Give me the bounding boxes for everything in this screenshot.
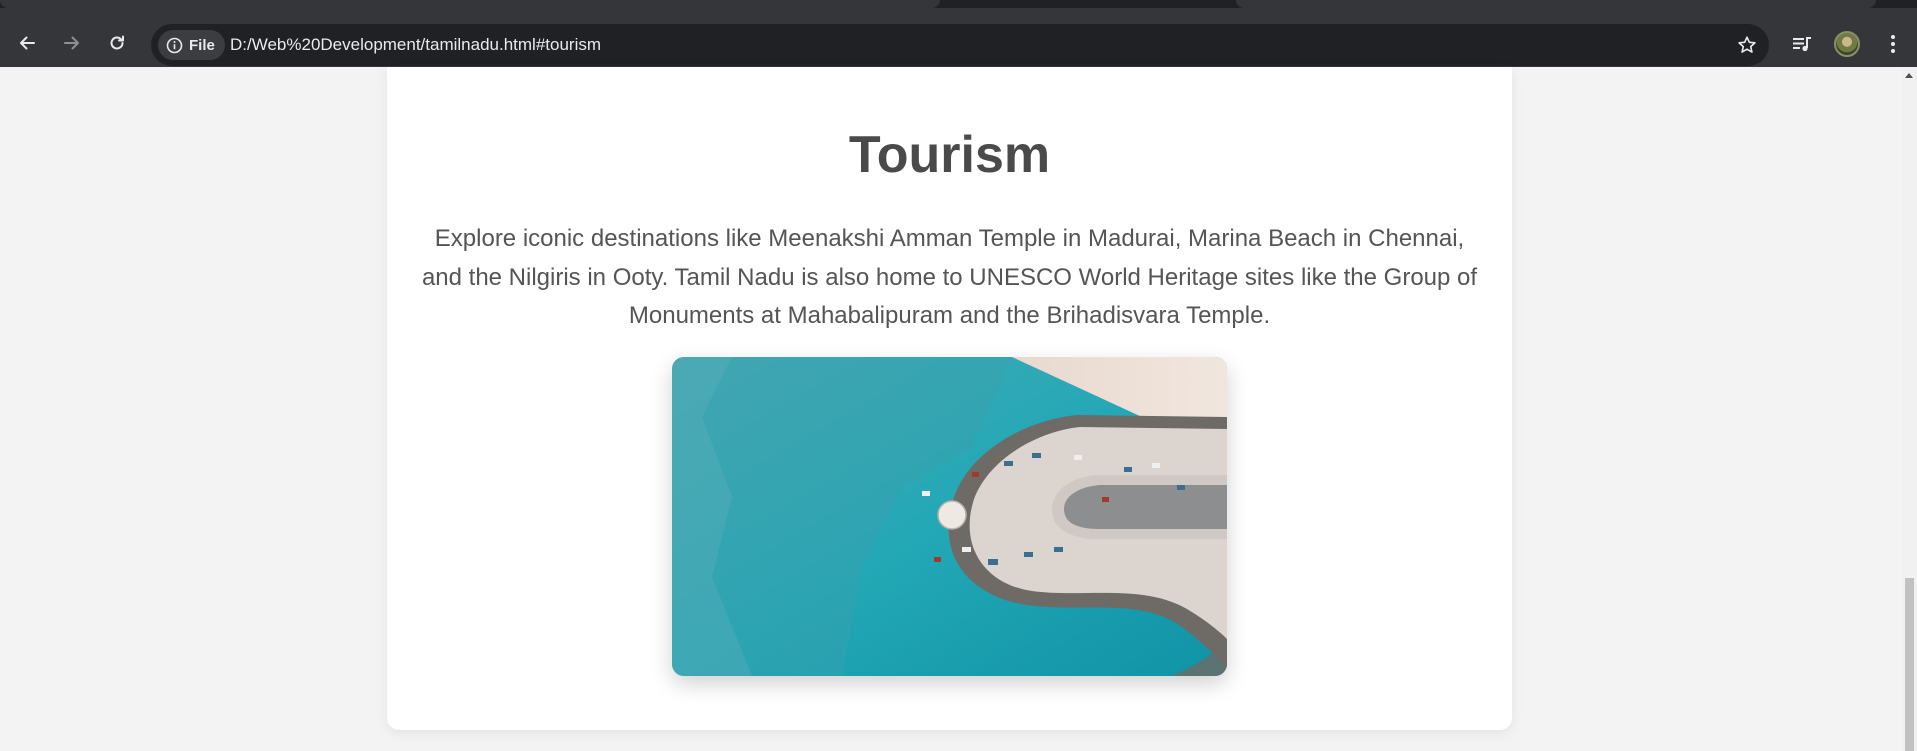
forward-button[interactable]	[54, 25, 90, 61]
kebab-menu-icon	[1891, 35, 1895, 53]
tourism-section: Tourism Explore iconic destinations like…	[387, 67, 1512, 730]
browser-toolbar: File D:/Web%20Development/tamilnadu.html…	[0, 8, 1917, 67]
scrollbar-thumb[interactable]	[1905, 578, 1914, 751]
back-button[interactable]	[9, 25, 45, 61]
tourism-image	[672, 357, 1227, 676]
tab-inactive-left[interactable]	[0, 0, 940, 8]
site-info-chip[interactable]: File	[158, 30, 225, 60]
reload-icon	[110, 35, 124, 50]
arrow-right-icon	[64, 36, 79, 50]
avatar	[1834, 31, 1860, 57]
page-viewport: Tourism Explore iconic destinations like…	[0, 67, 1917, 751]
arrow-left-icon	[20, 36, 35, 50]
tab-strip	[0, 0, 1917, 8]
media-queue-icon	[1793, 37, 1811, 52]
address-bar[interactable]: File D:/Web%20Development/tamilnadu.html…	[151, 24, 1769, 66]
scroll-up-arrow[interactable]	[1905, 73, 1913, 78]
page-scrollbar[interactable]	[1902, 67, 1917, 751]
profile-button[interactable]	[1832, 29, 1862, 59]
section-description: Explore iconic destinations like Meenaks…	[421, 225, 1478, 329]
section-title: Tourism	[848, 126, 1051, 184]
info-icon	[166, 37, 183, 53]
media-controls-button[interactable]	[1787, 29, 1817, 59]
browser-chrome: File D:/Web%20Development/tamilnadu.html…	[0, 0, 1917, 67]
star-icon	[1738, 36, 1756, 53]
url-text[interactable]: D:/Web%20Development/tamilnadu.html#tour…	[230, 24, 601, 66]
bookmark-button[interactable]	[1735, 33, 1759, 57]
tab-inactive-right[interactable]	[1236, 0, 1876, 8]
site-info-label: File	[189, 36, 215, 54]
reload-button[interactable]	[99, 25, 135, 61]
browser-menu-button[interactable]	[1878, 29, 1908, 59]
